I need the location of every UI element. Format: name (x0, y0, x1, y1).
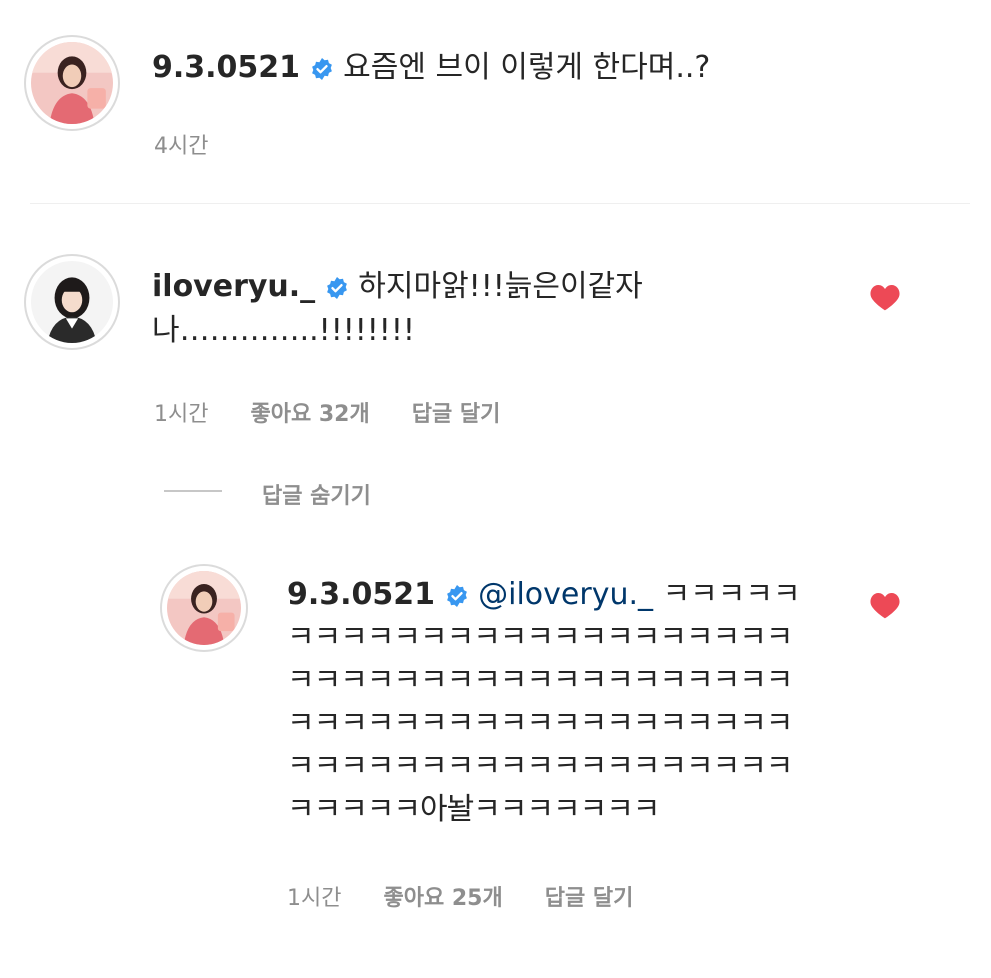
comment-time[interactable]: 4시간 (154, 134, 208, 159)
comment-text-continued: 나…………..!!!!!!!! (152, 313, 415, 348)
avatar[interactable] (24, 35, 120, 131)
comment-text: 하지마앍!!!늙은이같자 (358, 269, 643, 304)
like-count[interactable]: 좋아요 25개 (383, 886, 502, 911)
hide-replies-line (164, 490, 222, 492)
comment-text: 요즘엔 브이 이렇게 한다며..? (343, 50, 711, 85)
avatar-image (31, 42, 113, 124)
reply-text-continued: ㅋㅋㅋㅋㅋ아놜ㅋㅋㅋㅋㅋㅋㅋ (287, 792, 660, 827)
comment-time[interactable]: 1시간 (154, 402, 208, 427)
verified-badge-icon (325, 271, 349, 311)
verified-badge-icon (445, 579, 469, 619)
heart-icon[interactable] (869, 590, 901, 620)
comment-row: iloveryu._ 하지마앍!!!늙은이같자 (152, 267, 643, 311)
reply-text-continued: ㅋㅋㅋㅋㅋㅋㅋㅋㅋㅋㅋㅋㅋㅋㅋㅋㅋㅋㅋ (287, 620, 793, 655)
username[interactable]: 9.3.0521 (152, 50, 300, 85)
heart-icon[interactable] (869, 282, 901, 312)
like-count[interactable]: 좋아요 32개 (250, 402, 369, 427)
divider (30, 203, 970, 204)
reply-time[interactable]: 1시간 (287, 886, 341, 911)
avatar-image (167, 571, 241, 645)
comment-meta: 4시간 (154, 128, 208, 160)
avatar[interactable] (24, 254, 120, 350)
reply-meta: 1시간 좋아요 25개 답글 달기 (287, 880, 633, 912)
comment-meta: 1시간 좋아요 32개 답글 달기 (154, 396, 500, 428)
username[interactable]: 9.3.0521 (287, 577, 435, 612)
verified-badge-icon (310, 52, 334, 92)
reply-text-continued: ㅋㅋㅋㅋㅋㅋㅋㅋㅋㅋㅋㅋㅋㅋㅋㅋㅋㅋㅋ (287, 749, 793, 784)
hide-replies-label: 답글 숨기기 (262, 484, 371, 509)
mention-link[interactable]: @iloveryu._ (478, 577, 653, 612)
reply-text: ㅋㅋㅋㅋㅋ (662, 577, 801, 612)
avatar-image (31, 261, 113, 343)
comment-row: 9.3.0521 요즘엔 브이 이렇게 한다며..? (152, 48, 710, 92)
reply-text-continued: ㅋㅋㅋㅋㅋㅋㅋㅋㅋㅋㅋㅋㅋㅋㅋㅋㅋㅋㅋ (287, 663, 793, 698)
reply-button[interactable]: 답글 달기 (412, 402, 501, 427)
reply-button[interactable]: 답글 달기 (545, 886, 634, 911)
avatar[interactable] (160, 564, 248, 652)
reply-text-continued: ㅋㅋㅋㅋㅋㅋㅋㅋㅋㅋㅋㅋㅋㅋㅋㅋㅋㅋㅋ (287, 706, 793, 741)
hide-replies-button[interactable]: 답글 숨기기 (262, 478, 371, 510)
reply-row: 9.3.0521 @iloveryu._ ㅋㅋㅋㅋㅋ (287, 575, 801, 619)
username[interactable]: iloveryu._ (152, 269, 315, 304)
